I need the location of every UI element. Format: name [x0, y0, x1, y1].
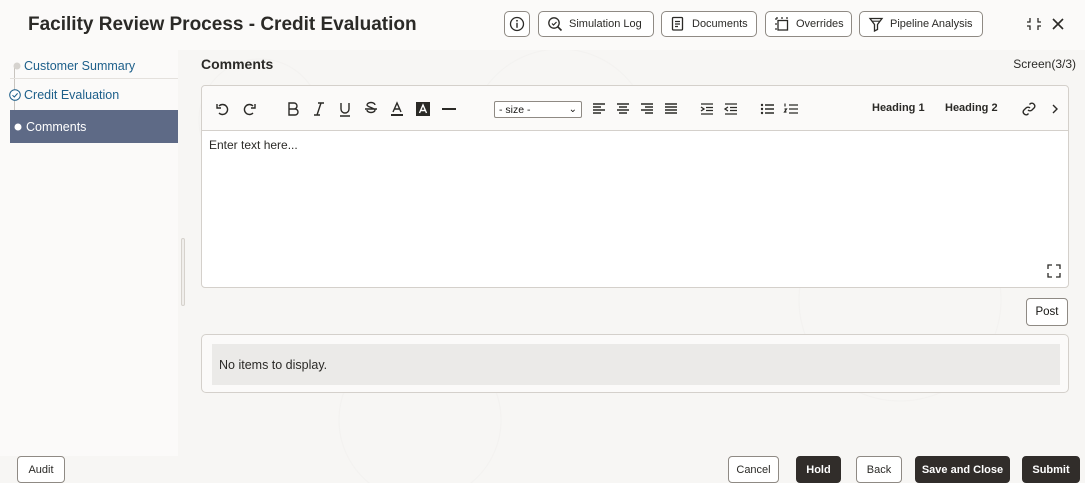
page-header: Facility Review Process - Credit Evaluat…: [0, 0, 1085, 50]
sidebar-item-comments[interactable]: Comments: [10, 110, 178, 143]
align-right-button[interactable]: [638, 98, 656, 120]
overrides-label: Overrides: [796, 18, 844, 30]
bold-icon: [288, 102, 299, 116]
link-icon: [1022, 102, 1036, 116]
section-title: Comments: [201, 56, 274, 72]
documents-label: Documents: [692, 18, 748, 30]
align-left-button[interactable]: [590, 98, 608, 120]
indent-button[interactable]: [698, 98, 716, 120]
pipeline-analysis-label: Pipeline Analysis: [890, 18, 973, 30]
heading2-button[interactable]: Heading 2: [945, 102, 998, 114]
close-icon[interactable]: [1048, 14, 1068, 34]
heading1-button[interactable]: Heading 1: [872, 102, 925, 114]
pipeline-analysis-button[interactable]: Pipeline Analysis: [859, 11, 983, 37]
audit-button[interactable]: Audit: [17, 456, 65, 483]
hold-button[interactable]: Hold: [796, 456, 841, 483]
indent-icon: [700, 103, 713, 115]
underline-button[interactable]: [336, 98, 354, 120]
expand-icon[interactable]: [1046, 263, 1062, 279]
panel-resize-handle[interactable]: [181, 238, 185, 306]
sidebar-item-label: Credit Evaluation: [24, 87, 120, 102]
documents-icon: [671, 16, 684, 31]
filter-funnel-icon: [868, 17, 884, 32]
active-dot-icon: [14, 123, 22, 130]
align-justify-icon: [665, 103, 677, 114]
comments-list: No items to display.: [201, 334, 1069, 393]
overrides-button[interactable]: Overrides: [765, 11, 852, 37]
toolbar-more-button[interactable]: [1046, 98, 1064, 120]
chevron-right-icon: [1052, 104, 1058, 114]
visited-dot-icon: [13, 62, 21, 70]
italic-icon: [314, 102, 324, 116]
undo-button[interactable]: [214, 98, 232, 120]
simulation-log-button[interactable]: Simulation Log: [538, 11, 654, 37]
font-color-icon: [391, 101, 403, 116]
horizontal-rule-icon: [442, 108, 456, 110]
screen-indicator: Screen(3/3): [1013, 57, 1076, 71]
redo-button[interactable]: [240, 98, 258, 120]
submit-button[interactable]: Submit: [1022, 456, 1080, 483]
sidebar-item-label: Comments: [26, 119, 87, 134]
font-size-value: - size -: [499, 103, 531, 116]
outdent-icon: [723, 103, 737, 115]
align-left-icon: [593, 103, 605, 114]
background-color-button[interactable]: [414, 98, 432, 120]
strikethrough-button[interactable]: [362, 98, 380, 120]
chevron-down-icon: ⌄: [568, 104, 577, 115]
info-icon: [509, 16, 525, 32]
sidebar-item-label: Customer Summary: [24, 59, 136, 73]
underline-icon: [340, 103, 350, 117]
numbered-list-icon: [783, 103, 798, 114]
simulation-log-label: Simulation Log: [569, 18, 642, 30]
font-size-select[interactable]: - size - ⌄: [494, 101, 582, 118]
strikethrough-icon: [365, 101, 377, 114]
simulation-log-icon: [548, 17, 563, 32]
align-justify-button[interactable]: [662, 98, 680, 120]
train-stop-navigation: Customer Summary Credit Evaluation Comme…: [0, 50, 178, 456]
back-button[interactable]: Back: [856, 456, 902, 483]
italic-button[interactable]: [310, 98, 328, 120]
save-and-close-button[interactable]: Save and Close: [915, 456, 1010, 483]
collapse-icon[interactable]: [1024, 14, 1044, 34]
cancel-button[interactable]: Cancel: [728, 456, 779, 483]
empty-list-message: No items to display.: [212, 344, 1060, 385]
editor-toolbar: - size - ⌄ Heading 1 Heading 2: [202, 86, 1068, 131]
page-title: Facility Review Process - Credit Evaluat…: [28, 14, 417, 35]
rich-text-editor: - size - ⌄ Heading 1 Heading 2 Enter tex…: [201, 85, 1069, 288]
bold-button[interactable]: [284, 98, 302, 120]
align-center-button[interactable]: [614, 98, 632, 120]
bullet-list-icon: [760, 103, 774, 115]
insert-link-button[interactable]: [1020, 98, 1038, 120]
numbered-list-button[interactable]: [782, 98, 800, 120]
check-circle-icon: [9, 88, 21, 101]
align-center-icon: [617, 103, 629, 114]
horizontal-rule-button[interactable]: [440, 98, 458, 120]
undo-icon: [216, 103, 229, 116]
outdent-button[interactable]: [722, 98, 740, 120]
post-button[interactable]: Post: [1026, 298, 1068, 326]
info-button[interactable]: [504, 11, 530, 37]
documents-button[interactable]: Documents: [661, 11, 757, 37]
editor-text-area[interactable]: Enter text here...: [209, 138, 298, 152]
align-right-icon: [641, 103, 653, 114]
sidebar-item-credit-evaluation[interactable]: Credit Evaluation: [9, 78, 178, 110]
bullet-list-button[interactable]: [758, 98, 776, 120]
background-color-icon: [416, 102, 430, 116]
font-color-button[interactable]: [388, 98, 406, 120]
overrides-icon: [775, 17, 789, 31]
redo-icon: [243, 103, 256, 116]
